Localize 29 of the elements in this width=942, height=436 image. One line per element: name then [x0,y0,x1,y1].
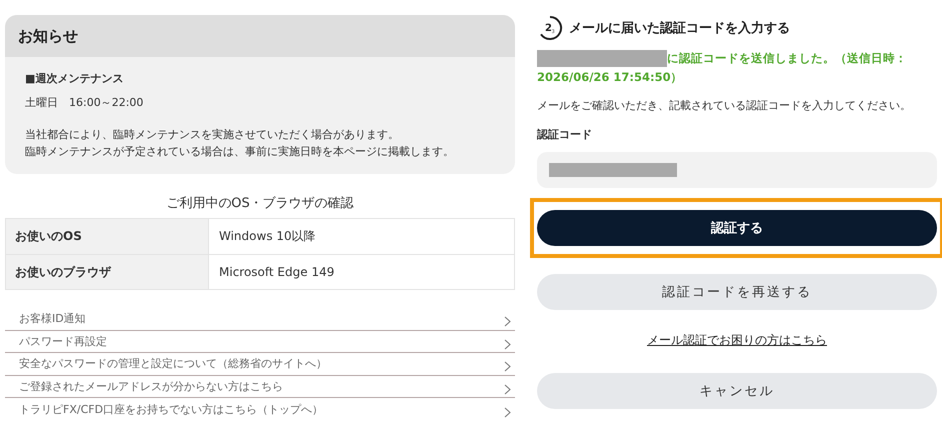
sent-message: に認証コードを送信しました。（送信日時：2026/06/26 17:54:50） [537,49,908,86]
cancel-button[interactable]: キャンセル [537,373,937,409]
chevron-right-icon [504,384,511,395]
menu-link[interactable]: パスワード再設定 [5,330,515,353]
environment-title: ご利用中のOS・ブラウザの確認 [165,195,355,212]
menu-link[interactable]: お客様ID通知 [5,308,515,330]
maintenance-heading: ■週次メンテナンス [25,71,124,86]
menu-link[interactable]: トラリピFX/CFD口座をお持ちでない方はこちら（トップへ） [5,398,515,420]
resend-button[interactable]: 認証コードを再送する [537,274,937,310]
code-input-field[interactable] [537,152,937,188]
notice-text: 当社都合により、臨時メンテナンスを実施させていただく場合があります。 [25,127,400,143]
verify-button[interactable]: 認証する [537,210,937,246]
chevron-right-icon [504,361,511,372]
field-label: 認証コード [537,127,593,142]
table-header-cell: お使いのOS [6,219,208,254]
chevron-right-icon [504,406,511,418]
menu-link[interactable]: 安全なパスワードの管理と設定について（総務省のサイトへ） [5,353,515,376]
chevron-right-icon [504,338,511,350]
table-cell: Microsoft Edge 149 [208,255,514,289]
maintenance-schedule: 土曜日 16:00～22:00 [25,95,144,110]
table-header-cell: お使いのブラウザ [6,255,208,289]
menu-link[interactable]: ご登録されたメールアドレスが分からない方はこちら [5,376,515,398]
notice-title: お知らせ [5,15,515,57]
instruction-text: メールをご確認いただき、記載されている認証コードを入力してください。 [537,98,912,113]
step-title: メールに届いた認証コードを入力する [569,20,790,37]
table-cell: Windows 10以降 [208,219,514,254]
notice-text: 臨時メンテナンスが予定されている場合は、事前に実施日時を本ページに掲載します。 [25,144,455,160]
help-link[interactable]: メール認証でお困りの方はこちら [647,332,827,349]
chevron-right-icon [504,316,511,328]
